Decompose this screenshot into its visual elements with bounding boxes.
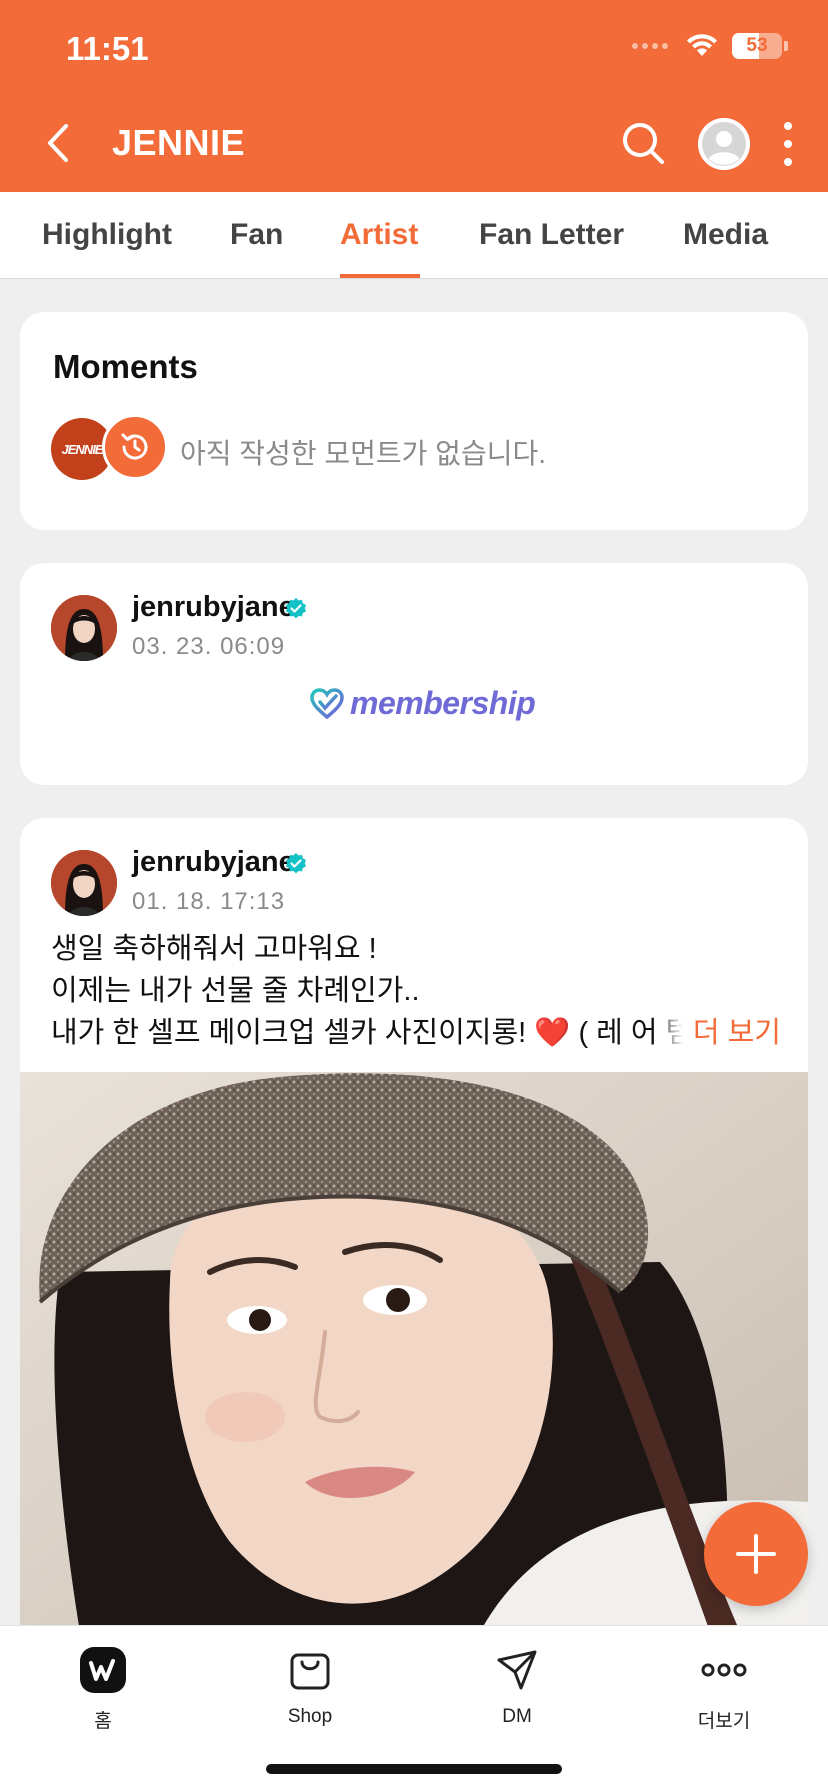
app-header: 11:51 53 JENNIE	[0, 0, 828, 192]
more-horizontal-icon	[700, 1646, 748, 1694]
home-indicator[interactable]	[266, 1764, 562, 1774]
tab-bar: Highlight Fan Artist Fan Letter Media	[0, 192, 828, 279]
page-title: JENNIE	[112, 122, 246, 163]
active-tab-indicator	[340, 274, 420, 278]
profile-button[interactable]	[698, 118, 750, 170]
tab-artist[interactable]: Artist	[340, 218, 418, 252]
nav-label: Shop	[287, 1706, 333, 1727]
membership-post-card[interactable]: jenrubyjane 03. 23. 06:09 membership	[20, 563, 808, 785]
nav-shop[interactable]: Shop	[250, 1646, 370, 1728]
author-photo	[51, 850, 117, 916]
post-photo[interactable]	[20, 1072, 808, 1632]
wifi-icon	[687, 34, 717, 56]
membership-badge[interactable]: membership	[310, 685, 536, 722]
post-text-line: 내가 한 셀프 메이크업 셀카 사진이지롱! ❤️ ( 레 어 템 더 보기	[51, 1012, 781, 1054]
battery-percent: 53	[746, 35, 768, 56]
verified-badge-icon	[286, 853, 306, 874]
nav-label: DM	[502, 1706, 532, 1727]
artist-logo-text: JENNIE	[61, 441, 104, 457]
membership-label: membership	[350, 685, 536, 721]
user-avatar-icon	[698, 118, 750, 170]
post-date: 03. 23. 06:09	[132, 633, 286, 660]
author-name[interactable]: jenrubyjane	[132, 846, 295, 879]
battery-nub	[784, 41, 788, 51]
nav-dm[interactable]: DM	[457, 1646, 577, 1728]
post-text-line: 생일 축하해줘서 고마워요 !	[51, 933, 377, 965]
create-post-button[interactable]	[704, 1502, 808, 1606]
moments-empty-text: 아직 작성한 모먼트가 없습니다.	[180, 438, 546, 469]
back-button[interactable]	[38, 118, 78, 168]
post-text-line-content: 내가 한 셀프 메이크업 셀카 사진이지롱! ❤️ ( 레 어 템	[51, 1017, 693, 1049]
post-text[interactable]: 생일 축하해줘서 고마워요 ! 이제는 내가 선물 줄 차례인가.. 내가 한 …	[51, 928, 781, 1054]
verified-badge-icon	[286, 598, 306, 619]
avatar[interactable]	[51, 595, 117, 661]
nav-label: 더보기	[697, 1711, 751, 1732]
status-time: 11:51	[66, 30, 149, 67]
selfie-photo	[20, 1072, 808, 1632]
more-vertical-icon[interactable]	[776, 122, 800, 166]
avatar[interactable]	[51, 850, 117, 916]
chevron-left-icon	[48, 124, 68, 162]
post-date: 01. 18. 17:13	[132, 888, 286, 915]
send-icon	[493, 1646, 541, 1694]
moment-history-button[interactable]	[102, 414, 168, 480]
search-icon	[623, 123, 664, 164]
tab-media[interactable]: Media	[683, 218, 768, 252]
tab-fan[interactable]: Fan	[230, 218, 283, 252]
history-icon	[121, 433, 148, 460]
shopping-bag-icon	[286, 1646, 334, 1694]
author-photo	[51, 595, 117, 661]
membership-heart-icon	[310, 687, 344, 719]
nav-label: 홈	[94, 1711, 112, 1732]
weverse-home-icon	[79, 1646, 127, 1694]
tab-highlight[interactable]: Highlight	[42, 218, 172, 252]
post-text-line: 이제는 내가 선물 줄 차례인가..	[51, 975, 420, 1007]
read-more-link[interactable]: 더 보기	[652, 1012, 781, 1054]
search-button[interactable]	[620, 120, 668, 168]
tab-fan-letter[interactable]: Fan Letter	[479, 218, 624, 252]
nav-more[interactable]: 더보기	[664, 1646, 784, 1733]
nav-home[interactable]: 홈	[43, 1646, 163, 1733]
moments-title: Moments	[53, 348, 198, 385]
cellular-signal-icon	[632, 43, 668, 49]
battery-icon: 53	[732, 33, 782, 59]
plus-icon	[736, 1534, 776, 1574]
moments-card: Moments JENNIE 아직 작성한 모먼트가 없습니다.	[20, 312, 808, 530]
author-name[interactable]: jenrubyjane	[132, 591, 295, 624]
status-icons: 53	[632, 33, 788, 59]
